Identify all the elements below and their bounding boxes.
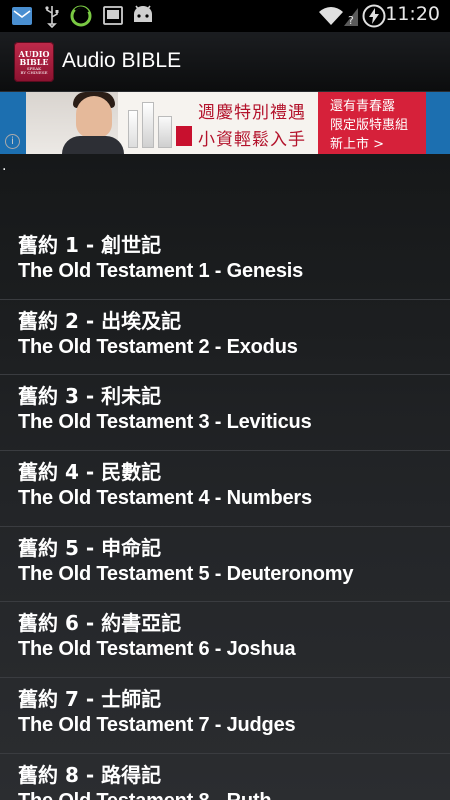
app-logo-icon[interactable]: AUDIO BIBLE SPEAK BY CHINESE bbox=[14, 42, 54, 82]
ad-headline-2: 小資輕鬆入手 bbox=[198, 130, 306, 150]
list-item[interactable]: 舊約 1 - 創世記 The Old Testament 1 - Genesis bbox=[0, 224, 450, 300]
book-title-en: The Old Testament 1 - Genesis bbox=[18, 260, 304, 282]
book-title-zh: 舊約 5 - 申命記 bbox=[18, 535, 162, 560]
list-item[interactable]: 舊約 3 - 利未記 The Old Testament 3 - Levitic… bbox=[0, 375, 450, 452]
content-area: . 舊約 1 - 創世記 The Old Testament 1 - Genes… bbox=[0, 154, 450, 800]
ad-model-image bbox=[26, 92, 124, 154]
header-text: . bbox=[2, 158, 7, 174]
list-item[interactable]: 舊約 6 - 約書亞記 The Old Testament 6 - Joshua bbox=[0, 602, 450, 679]
app-logo-line2: BIBLE bbox=[19, 56, 49, 67]
app-title: Audio BIBLE bbox=[62, 49, 182, 72]
list-item[interactable]: 舊約 4 - 民數記 The Old Testament 4 - Numbers bbox=[0, 451, 450, 527]
signal-icon: ? bbox=[344, 8, 358, 27]
android-icon bbox=[134, 5, 152, 22]
book-title-zh: 舊約 7 - 士師記 bbox=[18, 687, 162, 712]
ad-promo-line1: 還有青春露 bbox=[330, 99, 396, 114]
book-title-zh: 舊約 3 - 利未記 bbox=[18, 384, 162, 409]
usb-icon bbox=[45, 6, 59, 28]
ad-banner[interactable]: 週慶特別禮遇 小資輕鬆入手 還有青春露 限定版特惠組 新上市 > i bbox=[0, 92, 450, 154]
clock: 11:20 bbox=[385, 3, 440, 25]
list-item[interactable]: 舊約 7 - 士師記 The Old Testament 7 - Judges bbox=[0, 678, 450, 754]
book-title-en: The Old Testament 5 - Deuteronomy bbox=[18, 562, 354, 585]
list-item[interactable]: 舊約 8 - 路得記 The Old Testament 8 - Ruth bbox=[0, 754, 450, 800]
book-title-zh: 舊約 2 - 出埃及記 bbox=[18, 308, 182, 333]
ad-promo-line3: 新上市 > bbox=[330, 137, 385, 152]
email-icon bbox=[12, 7, 32, 25]
battery-charging-icon bbox=[362, 4, 386, 28]
book-title-zh: 舊約 1 - 創世記 bbox=[18, 233, 162, 257]
book-title-en: The Old Testament 8 - Ruth bbox=[18, 788, 450, 800]
action-bar: AUDIO BIBLE SPEAK BY CHINESE Audio BIBLE bbox=[0, 32, 450, 92]
book-title-zh: 舊約 4 - 民數記 bbox=[18, 460, 162, 485]
ad-promo-line2: 限定版特惠組 bbox=[330, 118, 409, 133]
book-title-zh: 舊約 8 - 路得記 bbox=[18, 762, 162, 787]
book-list: 舊約 1 - 創世記 The Old Testament 1 - Genesis… bbox=[0, 224, 450, 800]
book-title-en: The Old Testament 4 - Numbers bbox=[18, 487, 312, 510]
ad-promo-panel[interactable]: 還有青春露 限定版特惠組 新上市 > bbox=[318, 92, 426, 154]
book-title-en: The Old Testament 6 - Joshua bbox=[18, 638, 296, 661]
svg-text:?: ? bbox=[348, 14, 354, 27]
ad-info-icon[interactable]: i bbox=[5, 134, 20, 149]
book-title-en: The Old Testament 2 - Exodus bbox=[18, 335, 298, 358]
list-item[interactable]: 舊約 5 - 申命記 The Old Testament 5 - Deutero… bbox=[0, 527, 450, 603]
ad-headline-1: 週慶特別禮遇 bbox=[198, 103, 306, 123]
list-item[interactable]: 舊約 2 - 出埃及記 The Old Testament 2 - Exodus bbox=[0, 300, 450, 376]
app-logo-line4: BY CHINESE bbox=[20, 69, 48, 75]
screenshot-icon bbox=[103, 6, 123, 25]
status-bar: ? 11:20 bbox=[0, 0, 450, 32]
book-title-en: The Old Testament 3 - Leviticus bbox=[18, 411, 312, 434]
book-title-en: The Old Testament 7 - Judges bbox=[18, 714, 296, 737]
wifi-icon bbox=[319, 7, 343, 25]
sync-icon bbox=[70, 5, 92, 27]
book-title-zh: 舊約 6 - 約書亞記 bbox=[18, 611, 182, 636]
